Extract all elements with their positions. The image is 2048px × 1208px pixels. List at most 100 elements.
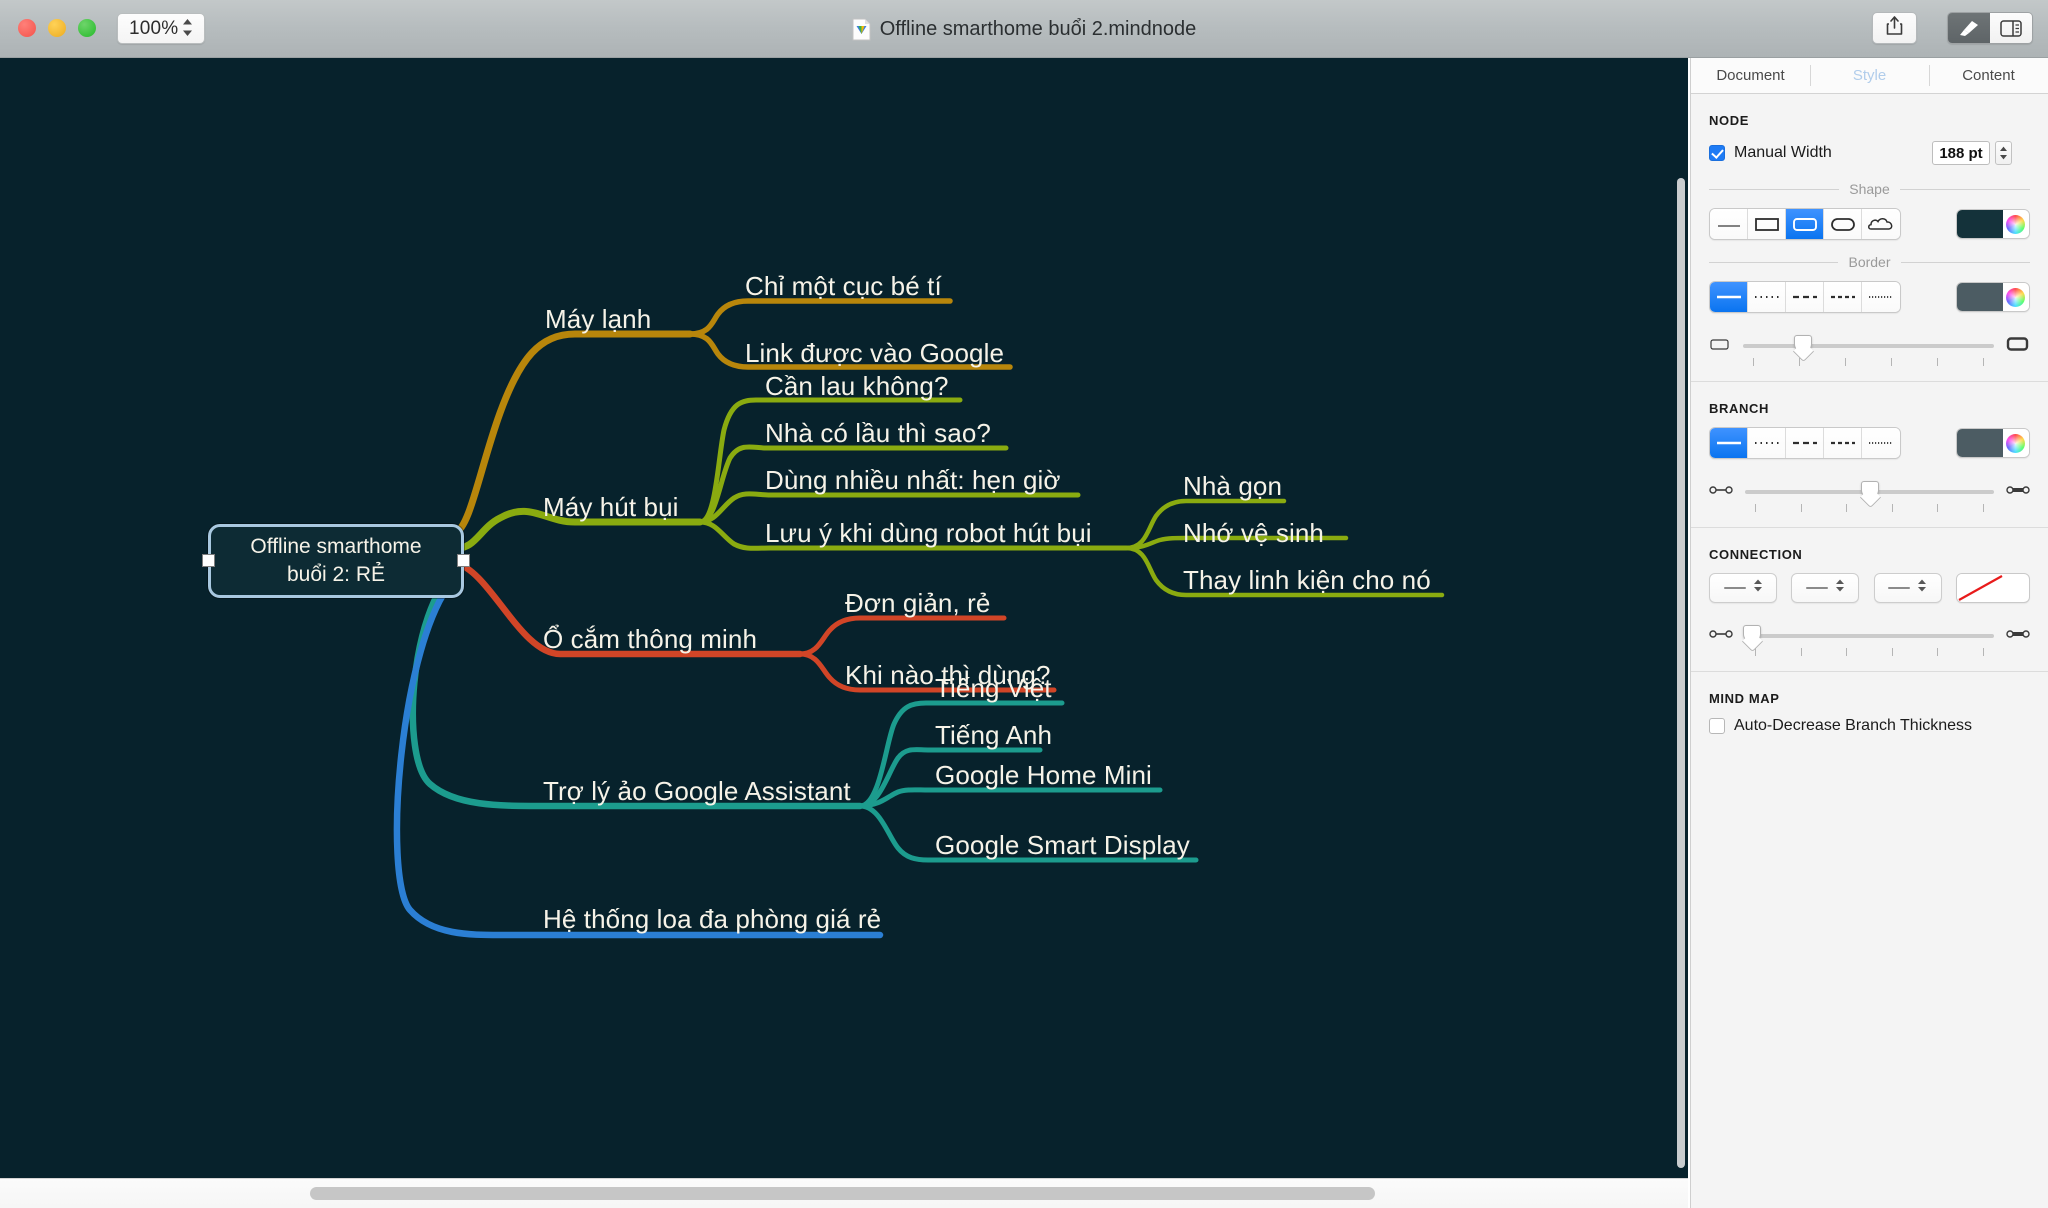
close-window-button[interactable] — [18, 19, 36, 37]
connection-thickness-slider[interactable] — [1743, 625, 1994, 656]
manual-width-input[interactable]: 188 pt — [1932, 141, 1990, 165]
connection-start-stepper[interactable] — [1709, 573, 1777, 603]
node-label-chi-mot-cuc-be-ti[interactable]: Chỉ một cục bé tí — [745, 273, 942, 299]
mindmap-canvas[interactable]: Máy lạnh Chỉ một cục bé tí Link được vào… — [0, 58, 1688, 1178]
node-label-can-lau-khong[interactable]: Cần lau không? — [765, 373, 949, 399]
zoom-level-value: 100% — [129, 17, 179, 39]
border-style-solid[interactable] — [1710, 282, 1748, 312]
connection-end-chevrons-icon[interactable] — [1917, 578, 1927, 598]
branch-colorwell[interactable] — [1956, 428, 2030, 458]
sidebar-toggle[interactable] — [1990, 13, 2032, 43]
connection-colorwell[interactable] — [1955, 573, 2030, 603]
border-style-dotted-fine[interactable] — [1862, 282, 1900, 312]
central-node[interactable]: Offline smarthome buổi 2: RẺ — [208, 524, 464, 598]
manual-width-checkbox[interactable] — [1709, 145, 1725, 161]
node-label-tieng-anh[interactable]: Tiếng Anh — [935, 722, 1052, 748]
shape-fill-colorwheel[interactable] — [2002, 210, 2029, 238]
branch-label-may-lanh[interactable]: Máy lạnh — [545, 306, 651, 332]
branch-colorwheel[interactable] — [2002, 429, 2029, 457]
border-color-swatch[interactable] — [1957, 283, 2003, 311]
branch-style-dotted[interactable] — [1748, 428, 1786, 458]
mindnode-document-icon — [852, 18, 871, 41]
branch-style-dashed-med[interactable] — [1824, 428, 1862, 458]
view-toggle-group[interactable] — [1947, 12, 2033, 44]
node-label-luu-y-khi-dung-robot-hut-bui[interactable]: Lưu ý khi dùng robot hút bụi — [765, 520, 1092, 546]
tab-content[interactable]: Content — [1929, 58, 2048, 93]
border-colorwell[interactable] — [1956, 282, 2030, 312]
branch-style-dotted-fine[interactable] — [1862, 428, 1900, 458]
node-label-tieng-viet[interactable]: Tiếng Việt — [935, 675, 1052, 701]
branch-style-solid[interactable] — [1710, 428, 1748, 458]
section-divider-branch — [1691, 381, 2048, 382]
share-icon — [1886, 16, 1903, 40]
style-inspector-toggle[interactable] — [1948, 13, 1990, 43]
branch-style-row — [1709, 427, 2030, 459]
border-colorwheel[interactable] — [2002, 283, 2029, 311]
node-label-nho-ve-sinh[interactable]: Nhớ vệ sinh — [1183, 520, 1324, 546]
branch-style-options[interactable] — [1709, 427, 1901, 459]
node-label-thay-linh-kien-cho-no[interactable]: Thay linh kiện cho nó — [1183, 567, 1431, 593]
canvas-vertical-scrollbar-thumb[interactable] — [1677, 178, 1685, 1168]
connection-style-stepper[interactable] — [1791, 573, 1860, 603]
shape-options[interactable] — [1709, 208, 1901, 240]
border-width-ticks — [1743, 358, 1994, 366]
border-width-slider-row — [1709, 329, 2030, 366]
shape-option-underline[interactable] — [1710, 209, 1748, 239]
canvas-vertical-scrollbar[interactable] — [1674, 58, 1688, 1178]
zoom-stepper-arrows[interactable] — [181, 18, 194, 37]
auto-decrease-branch-thickness-label: Auto-Decrease Branch Thickness — [1734, 717, 1973, 734]
shape-fill-swatch[interactable] — [1957, 210, 2003, 238]
canvas-horizontal-scrollbar-thumb[interactable] — [310, 1187, 1375, 1200]
connection-thickness-slider-row — [1709, 619, 2030, 656]
tab-document[interactable]: Document — [1691, 58, 1810, 93]
mindmap-section: MIND MAP Auto-Decrease Branch Thickness — [1691, 691, 2048, 735]
branch-label-tro-ly-ao-google-assistant[interactable]: Trợ lý ảo Google Assistant — [543, 778, 851, 804]
node-label-google-home-mini[interactable]: Google Home Mini — [935, 762, 1152, 788]
branch-label-may-hut-bui[interactable]: Máy hút bụi — [543, 494, 679, 520]
node-label-google-smart-display[interactable]: Google Smart Display — [935, 832, 1190, 858]
branch-style-dashed-long[interactable] — [1786, 428, 1824, 458]
node-label-don-gian-re[interactable]: Đơn giản, rẻ — [845, 590, 990, 616]
branch-color-swatch[interactable] — [1957, 429, 2003, 457]
node-label-nha-co-lau-thi-sao[interactable]: Nhà có lầu thì sao? — [765, 420, 991, 446]
connection-thin-icon — [1709, 627, 1733, 645]
shape-option-rect-outline[interactable] — [1748, 209, 1786, 239]
canvas-horizontal-scrollbar[interactable] — [0, 1178, 1688, 1208]
branch-thickness-slider[interactable] — [1745, 481, 1994, 512]
zoom-stepper[interactable]: 100% — [117, 13, 205, 44]
central-node-line2: buổi 2: RẺ — [286, 563, 386, 586]
connection-style-chevrons-icon[interactable] — [1835, 578, 1845, 598]
tab-style[interactable]: Style — [1810, 58, 1929, 93]
node-label-nha-gon[interactable]: Nhà gọn — [1183, 473, 1282, 499]
connection-style-row — [1709, 573, 2030, 603]
node-label-link-duoc-vao-google[interactable]: Link được vào Google — [745, 340, 1004, 366]
share-button[interactable] — [1872, 12, 1917, 44]
minimize-window-button[interactable] — [48, 19, 66, 37]
manual-width-stepper[interactable] — [1995, 141, 2012, 165]
node-label-dung-nhieu-nhat-hen-gio[interactable]: Dùng nhiều nhất: hẹn giờ — [765, 467, 1061, 493]
connection-thick-icon — [2006, 627, 2030, 645]
branch-label-he-thong-loa-da-phong-gia-re[interactable]: Hệ thống loa đa phòng giá rẻ — [543, 906, 881, 932]
auto-decrease-branch-thickness-checkbox[interactable] — [1709, 718, 1725, 734]
border-style-dotted[interactable] — [1748, 282, 1786, 312]
shape-option-cloud[interactable] — [1862, 209, 1900, 239]
border-width-min-icon — [1709, 337, 1731, 356]
shape-option-rect-filled[interactable] — [1786, 209, 1824, 239]
connection-end-stepper[interactable] — [1873, 573, 1942, 603]
border-width-slider[interactable] — [1743, 335, 1994, 366]
inspector-tabs[interactable]: Document Style Content — [1691, 58, 2048, 94]
shape-option-pill[interactable] — [1824, 209, 1862, 239]
border-style-options[interactable] — [1709, 281, 1901, 313]
tab-document-label: Document — [1716, 67, 1785, 84]
node-resize-handle-left[interactable] — [202, 554, 215, 567]
border-style-dashed-long[interactable] — [1786, 282, 1824, 312]
node-resize-handle-right[interactable] — [457, 554, 470, 567]
border-row — [1709, 281, 2030, 313]
connection-start-chevrons-icon[interactable] — [1753, 578, 1763, 598]
connection-color-preview[interactable] — [1956, 574, 2004, 602]
maximize-window-button[interactable] — [78, 19, 96, 37]
shape-fill-colorwell[interactable] — [1956, 209, 2030, 239]
branch-label-o-cam-thong-minh[interactable]: Ổ cắm thông minh — [543, 626, 757, 652]
shape-legend: Shape — [1709, 181, 2031, 197]
border-style-dashed-med[interactable] — [1824, 282, 1862, 312]
